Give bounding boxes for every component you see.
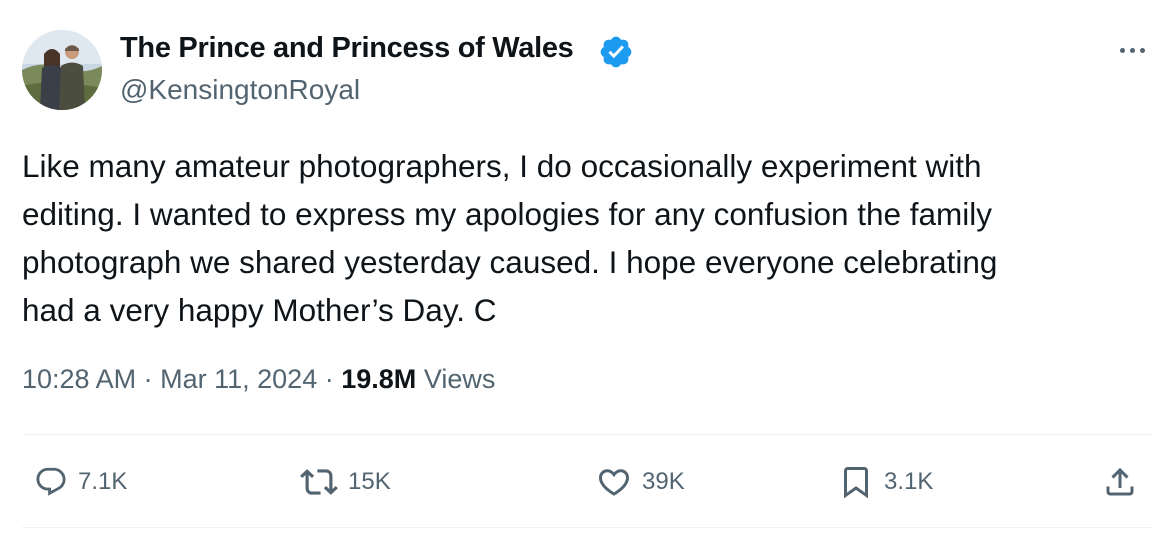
more-dot: [1139, 47, 1145, 53]
like-button[interactable]: 39K: [596, 462, 685, 502]
more-options-icon[interactable]: [1112, 38, 1152, 62]
share-button[interactable]: [1102, 462, 1138, 502]
tweet-meta: 10:28 AM · Mar 11, 2024 · 19.8M Views: [22, 364, 495, 395]
reply-icon: [36, 467, 66, 496]
author-display-name[interactable]: The Prince and Princess of Wales: [120, 32, 574, 65]
tweet-text-line: had a very happy Mother’s Day. C: [22, 292, 497, 328]
verified-badge-icon: [600, 36, 632, 68]
tweet-time[interactable]: 10:28 AM: [22, 364, 136, 394]
like-count: 39K: [642, 468, 685, 495]
more-dot: [1129, 47, 1135, 53]
tweet-date[interactable]: Mar 11, 2024: [160, 364, 317, 394]
bookmark-icon: [844, 467, 868, 499]
heart-icon: [598, 469, 630, 496]
retweet-icon: [300, 469, 338, 495]
divider: [22, 434, 1152, 435]
divider: [22, 527, 1152, 528]
tweet-text-line: editing. I wanted to express my apologie…: [22, 196, 993, 232]
author-handle[interactable]: @KensingtonRoyal: [120, 74, 360, 106]
reply-count: 7.1K: [78, 468, 128, 495]
avatar[interactable]: [22, 30, 102, 110]
tweet-text: Like many amateur photographers, I do oc…: [22, 142, 1142, 334]
tweet-text-line: photograph we shared yesterday caused. I…: [22, 244, 998, 280]
avatar-photo-icon: [22, 30, 102, 110]
retweet-count: 15K: [348, 468, 391, 495]
tweet-text-line: Like many amateur photographers, I do oc…: [22, 148, 982, 184]
views-label[interactable]: Views: [424, 364, 496, 394]
more-dot: [1119, 47, 1125, 53]
retweet-button[interactable]: 15K: [300, 462, 391, 502]
meta-separator: ·: [143, 364, 153, 394]
share-icon: [1106, 467, 1134, 496]
bookmark-count: 3.1K: [884, 468, 934, 495]
meta-separator: ·: [324, 364, 334, 394]
views-count[interactable]: 19.8M: [341, 364, 416, 394]
reply-button[interactable]: 7.1K: [34, 462, 127, 502]
bookmark-button[interactable]: 3.1K: [838, 462, 933, 502]
tweet-card: The Prince and Princess of Wales @Kensin…: [0, 0, 1166, 534]
